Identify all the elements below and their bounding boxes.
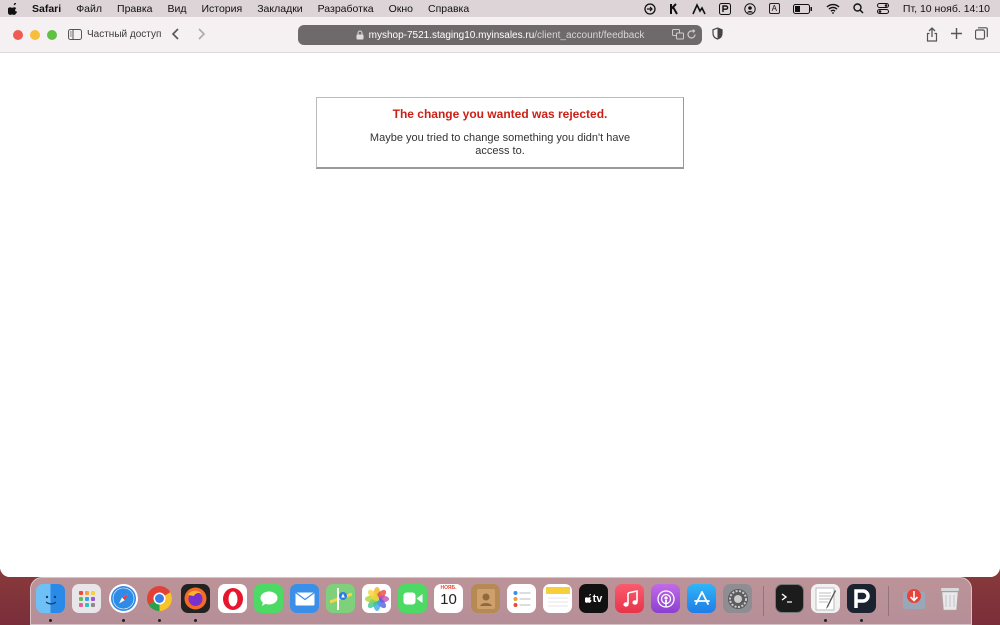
time-machine-icon[interactable]: [643, 2, 656, 15]
dock-separator: [763, 586, 764, 616]
trash-icon[interactable]: [935, 584, 964, 613]
error-message: Maybe you tried to change something you …: [369, 132, 631, 157]
error-dialog: The change you wanted was rejected. Mayb…: [316, 97, 684, 169]
k-app-icon[interactable]: [669, 2, 679, 15]
reload-icon[interactable]: [686, 29, 697, 43]
firefox-icon[interactable]: [181, 584, 210, 613]
notes-icon[interactable]: [543, 584, 572, 613]
address-bar[interactable]: myshop-7521.staging10.myinsales.ru/clien…: [298, 25, 702, 45]
control-center-icon[interactable]: [876, 3, 889, 14]
opera-icon[interactable]: [218, 584, 247, 613]
error-title: The change you wanted was rejected.: [392, 107, 608, 121]
back-button[interactable]: [171, 27, 181, 46]
share-icon[interactable]: [926, 27, 938, 42]
lock-icon: [356, 30, 364, 40]
dock: НОЯБ. 10 tv: [30, 577, 972, 625]
sidebar-toggle-icon[interactable]: [68, 29, 82, 40]
menu-bar: Safari Файл Правка Вид История Закладки …: [0, 0, 1000, 17]
menu-window[interactable]: Окно: [389, 3, 413, 15]
forward-button[interactable]: [196, 27, 206, 46]
input-source-indicator[interactable]: A: [768, 3, 780, 14]
apple-menu-icon[interactable]: [8, 2, 20, 15]
url-path: /client_account/feedback: [534, 29, 645, 41]
menu-edit[interactable]: Правка: [117, 3, 152, 15]
menu-help[interactable]: Справка: [428, 3, 469, 15]
page-content: The change you wanted was rejected. Mayb…: [0, 53, 1000, 577]
close-window-button[interactable]: [13, 30, 23, 40]
url-host: myshop-7521.staging10.myinsales.ru: [368, 29, 535, 41]
p-app-icon[interactable]: [718, 2, 731, 15]
translate-icon[interactable]: [672, 29, 684, 43]
menu-bookmarks[interactable]: Закладки: [257, 3, 302, 15]
chrome-icon[interactable]: [145, 584, 174, 613]
spotlight-search-icon[interactable]: [853, 3, 864, 14]
pockity-icon[interactable]: [847, 584, 876, 613]
reminders-icon[interactable]: [507, 584, 536, 613]
podcasts-icon[interactable]: [651, 584, 680, 613]
contacts-icon[interactable]: [471, 584, 500, 613]
dock-separator: [888, 586, 889, 616]
running-indicator: [860, 619, 863, 622]
zoom-window-button[interactable]: [47, 30, 57, 40]
terminal-icon[interactable]: [775, 584, 804, 613]
photos-icon[interactable]: [362, 584, 391, 613]
music-icon[interactable]: [615, 584, 644, 613]
wifi-icon[interactable]: [826, 3, 840, 14]
running-indicator: [824, 619, 827, 622]
safari-window: Частный доступ myshop-7521.staging10.myi…: [0, 17, 1000, 577]
calendar-icon[interactable]: НОЯБ. 10: [434, 584, 463, 613]
finder-icon[interactable]: [36, 584, 65, 613]
facetime-icon[interactable]: [398, 584, 427, 613]
downloads-folder-icon[interactable]: [899, 584, 928, 613]
privacy-report-shield-icon[interactable]: [712, 27, 723, 45]
apple-tv-label: tv: [592, 592, 603, 605]
minimize-window-button[interactable]: [30, 30, 40, 40]
running-indicator: [122, 619, 125, 622]
menu-history[interactable]: История: [201, 3, 242, 15]
menu-develop[interactable]: Разработка: [318, 3, 374, 15]
tab-overview-icon[interactable]: [975, 27, 988, 42]
menu-file[interactable]: Файл: [76, 3, 102, 15]
messages-icon[interactable]: [254, 584, 283, 613]
running-indicator: [194, 619, 197, 622]
system-preferences-icon[interactable]: [723, 584, 752, 613]
menu-view[interactable]: Вид: [167, 3, 186, 15]
private-browsing-label: Частный доступ: [87, 29, 162, 40]
browser-toolbar: Частный доступ myshop-7521.staging10.myi…: [0, 17, 1000, 53]
maps-icon[interactable]: [326, 584, 355, 613]
window-controls: [13, 30, 64, 40]
mountain-app-icon[interactable]: [691, 2, 706, 15]
apple-tv-icon[interactable]: tv: [579, 584, 608, 613]
battery-icon[interactable]: [792, 3, 813, 14]
textedit-icon[interactable]: [811, 584, 840, 613]
running-indicator: [49, 619, 52, 622]
new-tab-icon[interactable]: [950, 27, 963, 42]
user-account-icon[interactable]: [743, 2, 756, 15]
menu-app-safari[interactable]: Safari: [32, 3, 61, 15]
running-indicator: [158, 619, 161, 622]
menubar-clock[interactable]: Пт, 10 нояб. 14:10: [903, 3, 990, 15]
app-store-icon[interactable]: [687, 584, 716, 613]
toolbar-right-actions: [914, 27, 988, 42]
mail-icon[interactable]: [290, 584, 319, 613]
safari-icon[interactable]: [109, 584, 138, 613]
launchpad-icon[interactable]: [72, 584, 101, 613]
calendar-day: 10: [440, 591, 457, 608]
